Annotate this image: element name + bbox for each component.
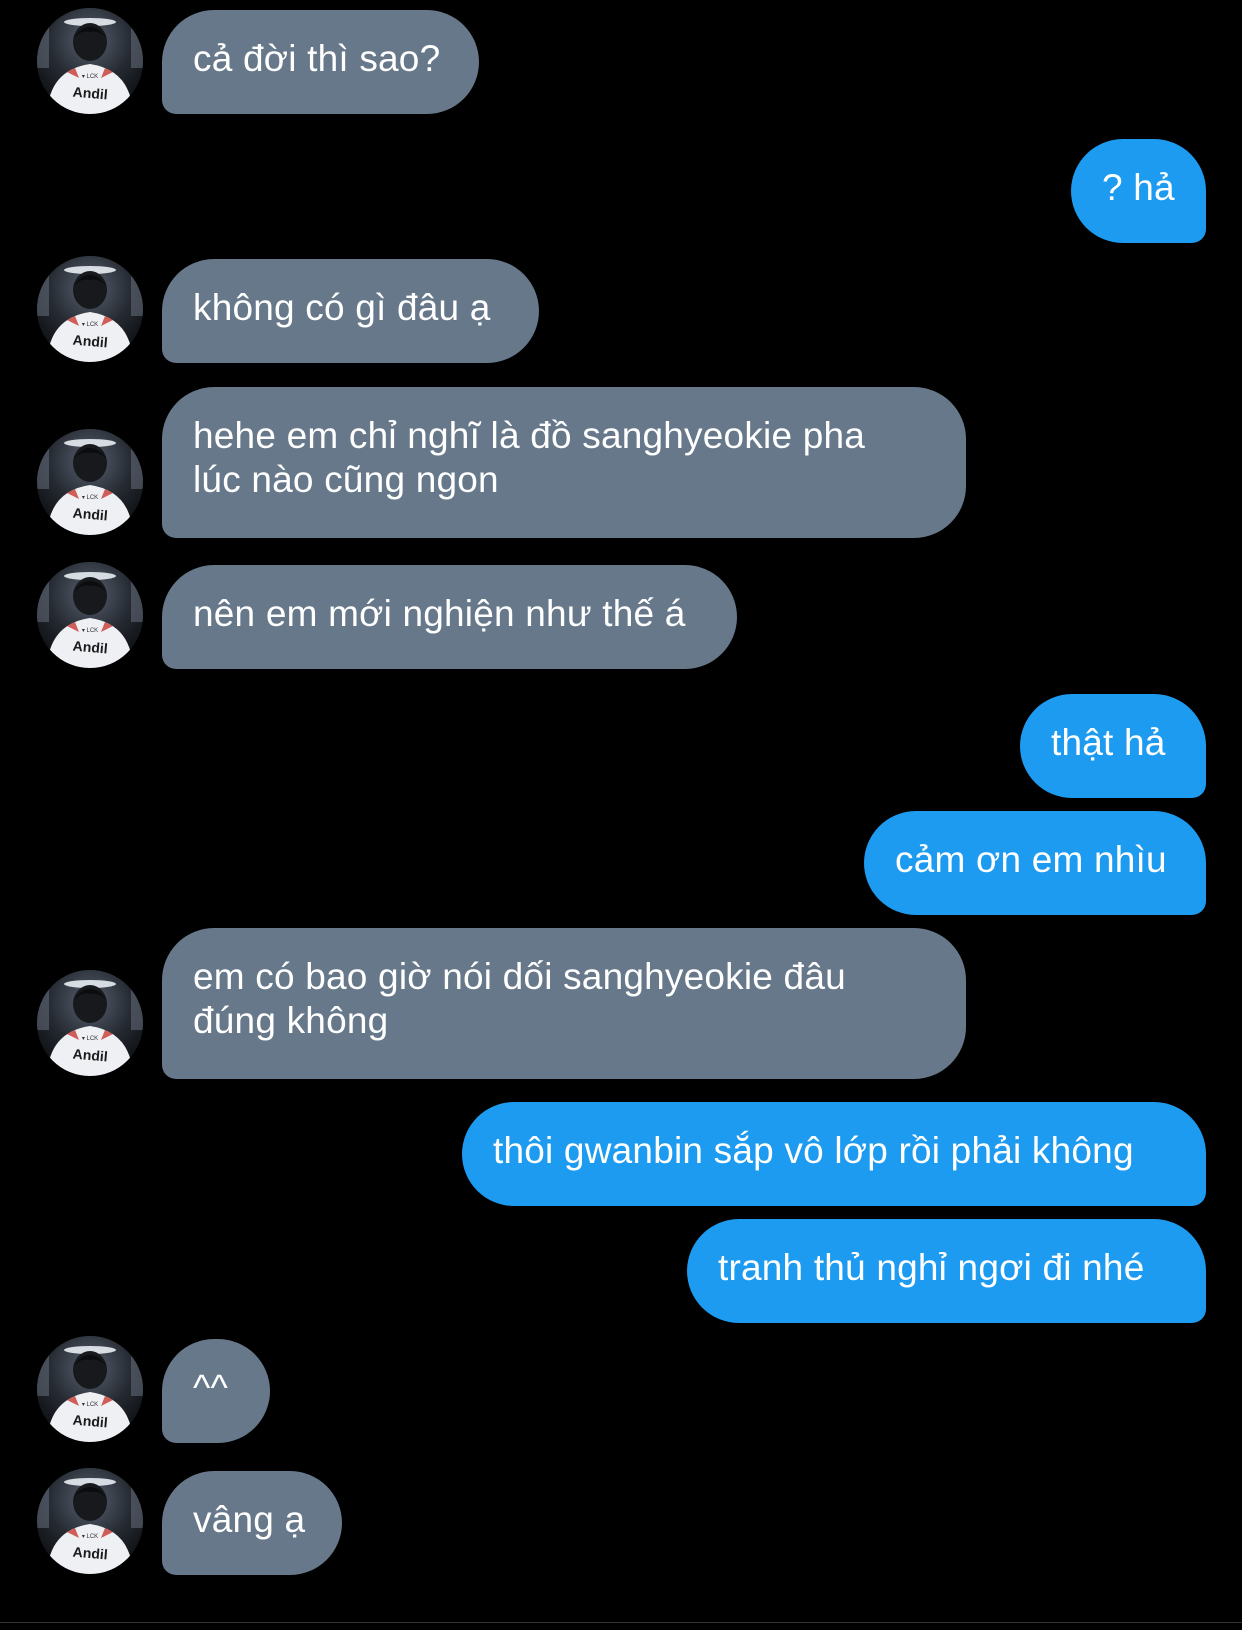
svg-text:Andil: Andil (72, 505, 108, 524)
profile-photo-icon[interactable]: ▾ LCK Andil (37, 256, 143, 362)
message-bubble[interactable]: vâng ạ (162, 1471, 342, 1575)
message-bubble[interactable]: tranh thủ nghỉ ngơi đi nhé (687, 1219, 1206, 1323)
svg-text:▾ LCK: ▾ LCK (82, 1036, 98, 1042)
composer-divider (0, 1622, 1242, 1623)
svg-text:Andil: Andil (72, 1544, 108, 1563)
profile-photo-icon[interactable]: ▾ LCK Andil (37, 970, 143, 1076)
message-bubble[interactable]: thôi gwanbin sắp vô lớp rồi phải không (462, 1102, 1206, 1206)
message-bubble[interactable]: ^^ (162, 1339, 270, 1443)
message-bubble[interactable]: thật hả (1020, 694, 1206, 798)
profile-photo-icon[interactable]: ▾ LCK Andil (37, 8, 143, 114)
svg-text:▾ LCK: ▾ LCK (82, 628, 98, 634)
svg-text:▾ LCK: ▾ LCK (82, 495, 98, 501)
message-bubble[interactable]: ? hả (1071, 139, 1206, 243)
svg-text:Andil: Andil (72, 1046, 108, 1065)
message-bubble[interactable]: cả đời thì sao? (162, 10, 479, 114)
svg-text:▾ LCK: ▾ LCK (82, 322, 98, 328)
profile-photo-icon[interactable]: ▾ LCK Andil (37, 562, 143, 668)
svg-text:▾ LCK: ▾ LCK (82, 74, 98, 80)
svg-text:Andil: Andil (72, 332, 108, 351)
svg-text:Andil: Andil (72, 84, 108, 103)
message-bubble[interactable]: em có bao giờ nói dối sanghyeokie đâu đú… (162, 928, 966, 1079)
profile-photo-icon[interactable]: ▾ LCK Andil (37, 1468, 143, 1574)
profile-photo-icon[interactable]: ▾ LCK Andil (37, 1336, 143, 1442)
message-bubble[interactable]: hehe em chỉ nghĩ là đồ sanghyeokie pha l… (162, 387, 966, 538)
svg-text:Andil: Andil (72, 638, 108, 657)
svg-text:▾ LCK: ▾ LCK (82, 1402, 98, 1408)
message-bubble[interactable]: cảm ơn em nhìu (864, 811, 1206, 915)
profile-photo-icon[interactable]: ▾ LCK Andil (37, 429, 143, 535)
message-bubble[interactable]: không có gì đâu ạ (162, 259, 539, 363)
message-bubble[interactable]: nên em mới nghiện như thế á (162, 565, 737, 669)
svg-text:Andil: Andil (72, 1412, 108, 1431)
svg-text:▾ LCK: ▾ LCK (82, 1534, 98, 1540)
